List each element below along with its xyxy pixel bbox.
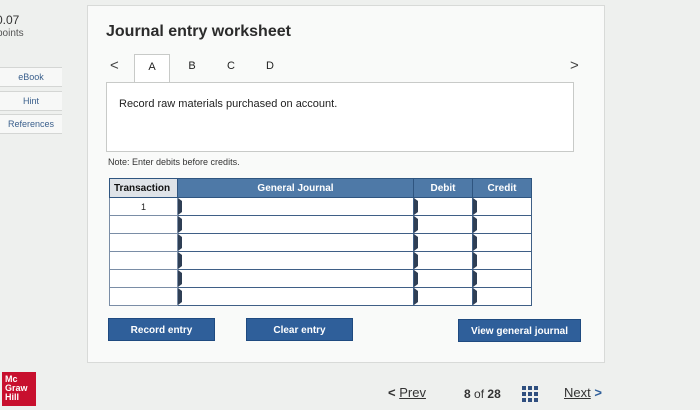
ebook-link[interactable]: eBook xyxy=(0,67,62,87)
next-button[interactable]: Next > xyxy=(564,385,602,400)
debit-input[interactable] xyxy=(413,197,473,216)
prompt-box: Record raw materials purchased on accoun… xyxy=(106,82,574,152)
header-general-journal: General Journal xyxy=(177,178,414,198)
account-input[interactable] xyxy=(177,233,414,252)
account-input[interactable] xyxy=(177,269,414,288)
table-row: 1 xyxy=(109,197,532,216)
tab-bar: < A B C D > xyxy=(104,54,594,82)
table-row xyxy=(109,215,532,234)
header-transaction: Transaction xyxy=(109,178,178,198)
transaction-cell xyxy=(109,251,178,270)
view-general-journal-button[interactable]: View general journal xyxy=(458,319,581,342)
header-debit: Debit xyxy=(413,178,473,198)
debit-input[interactable] xyxy=(413,215,473,234)
account-input[interactable] xyxy=(177,215,414,234)
prev-button[interactable]: < Prev xyxy=(388,385,426,400)
record-entry-button[interactable]: Record entry xyxy=(108,318,215,341)
credit-input[interactable] xyxy=(472,269,532,288)
transaction-cell: 1 xyxy=(109,197,178,216)
account-input[interactable] xyxy=(177,197,414,216)
tab-c[interactable]: C xyxy=(213,54,249,82)
credit-input[interactable] xyxy=(472,215,532,234)
header-credit: Credit xyxy=(472,178,532,198)
account-input[interactable] xyxy=(177,251,414,270)
hint-link[interactable]: Hint xyxy=(0,91,62,111)
score-unit: points xyxy=(0,28,24,39)
tab-b[interactable]: B xyxy=(174,54,210,82)
debit-input[interactable] xyxy=(413,233,473,252)
transaction-cell xyxy=(109,233,178,252)
references-link[interactable]: References xyxy=(0,114,62,134)
debit-input[interactable] xyxy=(413,287,473,306)
bottom-nav: < Prev 8 of 28 Next > xyxy=(380,382,700,406)
credit-input[interactable] xyxy=(472,251,532,270)
tab-d[interactable]: D xyxy=(252,54,288,82)
debit-input[interactable] xyxy=(413,269,473,288)
worksheet-panel: Journal entry worksheet < A B C D > Reco… xyxy=(87,5,605,363)
prev-label: Prev xyxy=(399,385,426,400)
left-rail: 0.07 points eBook Hint References Mc Gra… xyxy=(0,0,62,410)
transaction-cell xyxy=(109,287,178,306)
page-counter: 8 of 28 xyxy=(464,387,501,401)
debit-input[interactable] xyxy=(413,251,473,270)
score-value: 0.07 xyxy=(0,13,20,27)
chevron-right-icon[interactable]: > xyxy=(570,57,579,74)
transaction-cell xyxy=(109,269,178,288)
note-text: Note: Enter debits before credits. xyxy=(108,157,240,167)
page-title: Journal entry worksheet xyxy=(106,23,291,40)
transaction-cell xyxy=(109,215,178,234)
credit-input[interactable] xyxy=(472,197,532,216)
chevron-right-icon: > xyxy=(594,385,602,400)
prompt-text: Record raw materials purchased on accoun… xyxy=(119,98,338,110)
credit-input[interactable] xyxy=(472,287,532,306)
chevron-left-icon[interactable]: < xyxy=(110,57,119,74)
journal-table: Transaction General Journal Debit Credit… xyxy=(109,178,532,306)
account-input[interactable] xyxy=(177,287,414,306)
table-row xyxy=(109,233,532,252)
mcgraw-hill-logo: Mc Graw Hill xyxy=(2,372,36,406)
chevron-left-icon: < xyxy=(388,385,396,400)
score: 0.07 points xyxy=(0,14,24,40)
table-row xyxy=(109,269,532,288)
clear-entry-button[interactable]: Clear entry xyxy=(246,318,353,341)
tab-a[interactable]: A xyxy=(134,54,170,82)
next-label: Next xyxy=(564,385,591,400)
table-row xyxy=(109,287,532,306)
question-grid-icon[interactable] xyxy=(522,386,538,402)
table-row xyxy=(109,251,532,270)
credit-input[interactable] xyxy=(472,233,532,252)
